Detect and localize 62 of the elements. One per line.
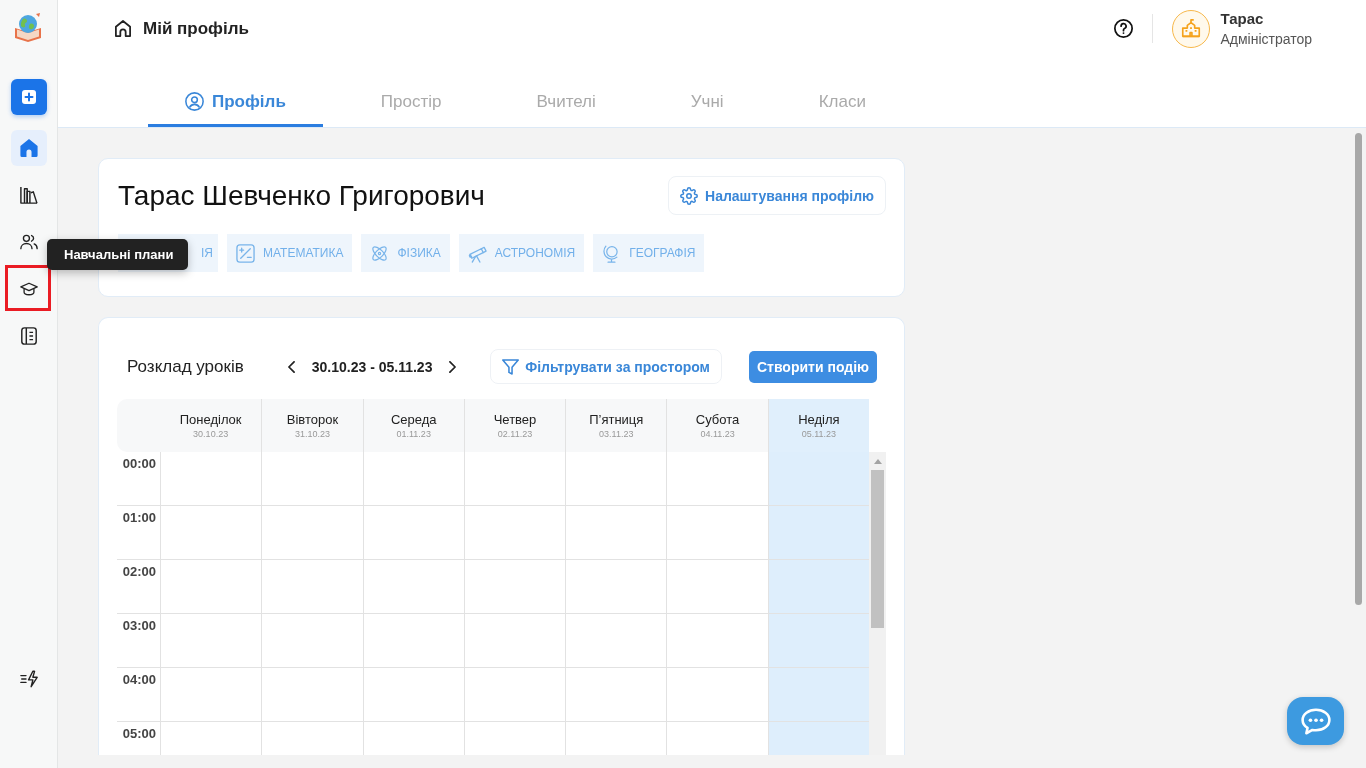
funnel-icon [502,358,520,375]
time-label: 04:00 [122,672,156,687]
chevron-right-icon[interactable] [449,360,457,373]
home-icon[interactable] [115,20,131,37]
week-range: 30.10.23 - 05.11.23 [311,358,433,375]
school-building-icon [1172,9,1211,48]
schedule-title: Розклад уроків [127,356,244,377]
books-icon [20,186,38,204]
day-name: П’ятниця [589,412,644,427]
user-name: Тарас [1220,10,1265,27]
plus-minus-square-icon [236,243,255,263]
day-name: Четвер [493,412,537,427]
subject-name: ГЕОГРАФІЯ [629,246,696,260]
atom-icon [370,243,390,263]
tab[interactable]: Учні [653,79,761,127]
chat-button[interactable] [1287,697,1344,745]
time-label: 01:00 [122,510,156,525]
scrollbar-thumb[interactable] [871,470,884,628]
tab[interactable]: Класи [781,79,903,127]
help-icon[interactable] [1114,19,1134,38]
time-label: 05:00 [122,726,156,741]
home-icon [20,139,38,157]
breadcrumb-title: Мій профіль [143,18,249,39]
tab[interactable]: Простір [343,79,479,127]
subject-name: ІЯ [201,246,213,260]
create-event-button[interactable]: Створити подію [749,350,877,383]
day-date: 01.11.23 [396,429,431,439]
day-name: Вівторок [286,412,339,427]
journal-icon [20,327,38,345]
subject-name: МАТЕМАТИКА [263,246,344,260]
day-date: 04.11.23 [700,429,735,439]
subject-name: АСТРОНОМІЯ [494,246,576,260]
create-button[interactable] [11,79,47,115]
users-icon [20,233,38,251]
filter-button[interactable]: Фільтрувати за простором [490,349,722,384]
profile-settings-button[interactable]: Налаштування профілю [668,176,886,215]
graduation-cap-icon [20,280,38,298]
tab[interactable]: Вчителі [499,79,633,127]
user-circle-icon [185,92,204,111]
profile-name: Тарас Шевченко Григорович [118,179,485,212]
time-label: 02:00 [122,564,156,579]
day-name: Середа [390,412,437,427]
day-name: Субота [695,412,740,427]
day-date: 05.11.23 [801,429,837,439]
subject-name: ФІЗИКА [397,246,441,260]
time-label: 00:00 [122,456,156,471]
time-label: 03:00 [122,618,156,633]
day-name: Неділя [798,412,840,427]
chevron-left-icon[interactable] [287,360,295,373]
day-date: 03.11.23 [599,429,634,439]
tooltip: Навчальні плани [47,239,189,270]
scrollbar-thumb[interactable] [1355,133,1362,605]
book-globe-logo [14,12,42,42]
plus-icon [22,90,36,104]
lightning-lines-icon [20,670,38,688]
day-date: 31.10.23 [294,429,330,439]
settings-icon [680,186,699,205]
day-date: 30.10.23 [193,429,229,439]
chat-bubble-icon [1300,707,1331,735]
user-role: Адміністратор [1220,31,1312,47]
day-date: 02.11.23 [497,429,533,439]
day-name: Понеділок [179,412,242,427]
